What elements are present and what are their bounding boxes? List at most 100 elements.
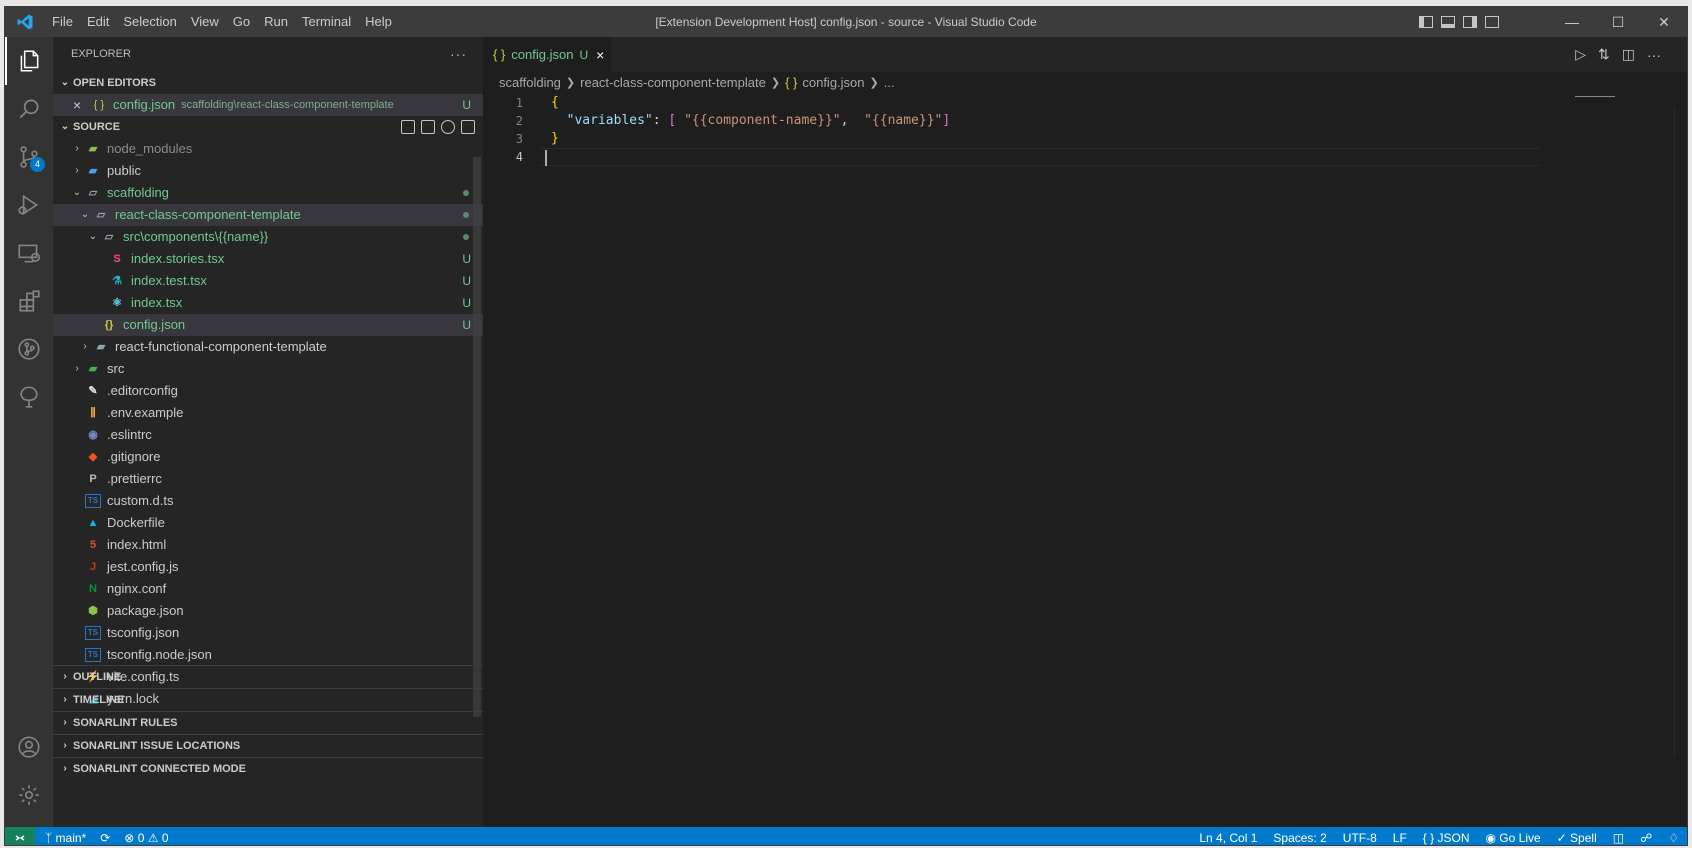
timeline-section-header[interactable]: › TIMELINE <box>53 688 483 711</box>
menu-run[interactable]: Run <box>257 7 295 37</box>
menu-view[interactable]: View <box>184 7 226 37</box>
close-editor-icon[interactable]: × <box>73 94 87 116</box>
problems-indicator[interactable]: ⊗ 0 ⚠ 0 <box>124 831 168 845</box>
breadcrumb-item[interactable]: scaffolding <box>499 72 561 94</box>
tree-item[interactable]: TS tsconfig.json <box>53 622 483 644</box>
menu-edit[interactable]: Edit <box>80 7 116 37</box>
menu-file[interactable]: File <box>45 7 80 37</box>
breadcrumb-item[interactable]: react-class-component-template <box>580 72 766 94</box>
branch-indicator[interactable]: ᛉ main* <box>45 831 86 845</box>
feedback-icon[interactable]: ☍ <box>1640 831 1652 845</box>
code-line[interactable]: 3 } <box>483 130 1583 148</box>
maximize-icon[interactable]: ☐ <box>1595 7 1641 37</box>
tree-item[interactable]: Jjest.config.js <box>53 556 483 578</box>
code-editor[interactable]: 1 { 2 "variables": [ "{{component-name}}… <box>483 94 1583 166</box>
tree-item[interactable]: › ▰ node_modules <box>53 138 483 160</box>
notifications-bell-icon[interactable]: ♢ <box>1668 831 1679 845</box>
minimize-icon[interactable]: — <box>1549 7 1595 37</box>
open-editors-header[interactable]: ⌄ OPEN EDITORS <box>53 72 483 94</box>
chevron-down-icon: ⌄ <box>80 209 90 220</box>
remote-indicator-icon[interactable] <box>5 827 35 845</box>
tree-item[interactable]: ⚗ index.test.tsx U <box>53 270 483 292</box>
tree-item[interactable]: ⚛ index.tsx U <box>53 292 483 314</box>
tree-item[interactable]: TS custom.d.ts <box>53 490 483 512</box>
toggle-primary-sidebar-icon[interactable] <box>1419 16 1433 28</box>
language-mode[interactable]: { } JSON <box>1423 831 1470 845</box>
run-debug-icon[interactable] <box>5 181 53 229</box>
breadcrumb-item[interactable]: ... <box>884 72 895 94</box>
tree-item[interactable]: ◉ .eslintrc <box>53 424 483 446</box>
minimap[interactable] <box>1575 94 1675 98</box>
tree-item[interactable]: Nnginx.conf <box>53 578 483 600</box>
more-actions-icon[interactable]: ··· <box>1647 47 1661 63</box>
copilot-icon[interactable]: ◫ <box>1613 831 1624 845</box>
sync-icon[interactable]: ⟳ <box>100 831 110 845</box>
git-graph-icon[interactable] <box>5 325 53 373</box>
tree-item[interactable]: ✎ .editorconfig <box>53 380 483 402</box>
refresh-icon[interactable] <box>441 120 455 134</box>
open-editor-item[interactable]: × { } config.json scaffolding\react-clas… <box>53 94 483 116</box>
explorer-more-actions-icon[interactable]: ··· <box>450 37 467 72</box>
source-folder-title: SOURCE <box>73 121 121 133</box>
code-line[interactable]: 2 "variables": [ "{{component-name}}", "… <box>483 112 1583 130</box>
source-folder-header[interactable]: ⌄ SOURCE <box>53 116 483 138</box>
code-line[interactable]: 1 { <box>483 94 1583 112</box>
vscode-logo-icon <box>5 7 45 37</box>
explorer-icon[interactable] <box>5 37 53 85</box>
tree-item[interactable]: › ▰ public <box>53 160 483 182</box>
editor-scrollbar[interactable] <box>1674 107 1687 757</box>
tab-config-json[interactable]: { } config.json U × <box>483 37 611 72</box>
open-changes-icon[interactable]: ⇅ <box>1598 46 1610 63</box>
new-file-icon[interactable] <box>401 120 415 134</box>
sonarlint-icon[interactable] <box>5 373 53 421</box>
tree-item-label: index.html <box>107 537 167 552</box>
toggle-secondary-sidebar-icon[interactable] <box>1463 16 1477 28</box>
tree-item[interactable]: Sindex.stories.tsx U <box>53 248 483 270</box>
cursor-position[interactable]: Ln 4, Col 1 <box>1199 831 1257 845</box>
search-icon[interactable] <box>5 85 53 133</box>
menu-go[interactable]: Go <box>226 7 257 37</box>
tree-item[interactable]: ⌄ ▱ react-class-component-template <box>53 204 483 226</box>
extensions-icon[interactable] <box>5 277 53 325</box>
close-window-icon[interactable]: ✕ <box>1641 7 1687 37</box>
menu-help[interactable]: Help <box>358 7 399 37</box>
manage-gear-icon[interactable] <box>5 771 53 819</box>
spell-button[interactable]: ✓ Spell <box>1557 831 1597 845</box>
menu-selection[interactable]: Selection <box>116 7 183 37</box>
tree-item[interactable]: ▲ Dockerfile <box>53 512 483 534</box>
source-control-icon[interactable]: 4 <box>5 133 53 181</box>
menu-terminal[interactable]: Terminal <box>295 7 358 37</box>
toggle-panel-icon[interactable] <box>1441 16 1455 28</box>
breadcrumb-item[interactable]: config.json <box>802 72 864 94</box>
new-folder-icon[interactable] <box>421 120 435 134</box>
sonarlint-connected-mode-section-header[interactable]: › SONARLINT CONNECTED MODE <box>53 757 483 780</box>
accounts-icon[interactable] <box>5 723 53 771</box>
go-live-button[interactable]: ◉ Go Live <box>1485 831 1540 845</box>
end-of-line[interactable]: LF <box>1393 831 1407 845</box>
tab-close-icon[interactable]: × <box>596 47 604 63</box>
tree-item[interactable]: ⌄ ▱ scaffolding <box>53 182 483 204</box>
tree-item[interactable]: P .prettierrc <box>53 468 483 490</box>
collapse-all-icon[interactable] <box>461 120 475 134</box>
sonarlint-rules-section-header[interactable]: › SONARLINT RULES <box>53 711 483 734</box>
tree-item[interactable]: › ▰ src <box>53 358 483 380</box>
tree-item[interactable]: ⌄ ▱ src\components\{{name}} <box>53 226 483 248</box>
indentation[interactable]: Spaces: 2 <box>1273 831 1326 845</box>
tree-item[interactable]: TS tsconfig.node.json <box>53 644 483 666</box>
tree-item[interactable]: › ▰ react-functional-component-template <box>53 336 483 358</box>
tree-item-label: tsconfig.json <box>107 625 180 640</box>
tree-item[interactable]: ◆ .gitignore <box>53 446 483 468</box>
sonarlint-issue-locations-section-header[interactable]: › SONARLINT ISSUE LOCATIONS <box>53 734 483 757</box>
tree-item[interactable]: 5 index.html <box>53 534 483 556</box>
sidebar-scrollbar[interactable] <box>473 157 481 717</box>
customize-layout-icon[interactable] <box>1485 16 1499 28</box>
remote-explorer-icon[interactable] <box>5 229 53 277</box>
tree-item[interactable]: ⫼ .env.example <box>53 402 483 424</box>
tree-item[interactable]: {} config.json U <box>53 314 483 336</box>
outline-section-header[interactable]: › OUTLINE <box>53 665 483 688</box>
encoding[interactable]: UTF-8 <box>1343 831 1377 845</box>
split-editor-icon[interactable]: ◫ <box>1622 46 1635 63</box>
run-icon[interactable]: ▷ <box>1575 46 1586 63</box>
chevron-down-icon: ⌄ <box>60 121 70 132</box>
tree-item[interactable]: ⬢ package.json <box>53 600 483 622</box>
